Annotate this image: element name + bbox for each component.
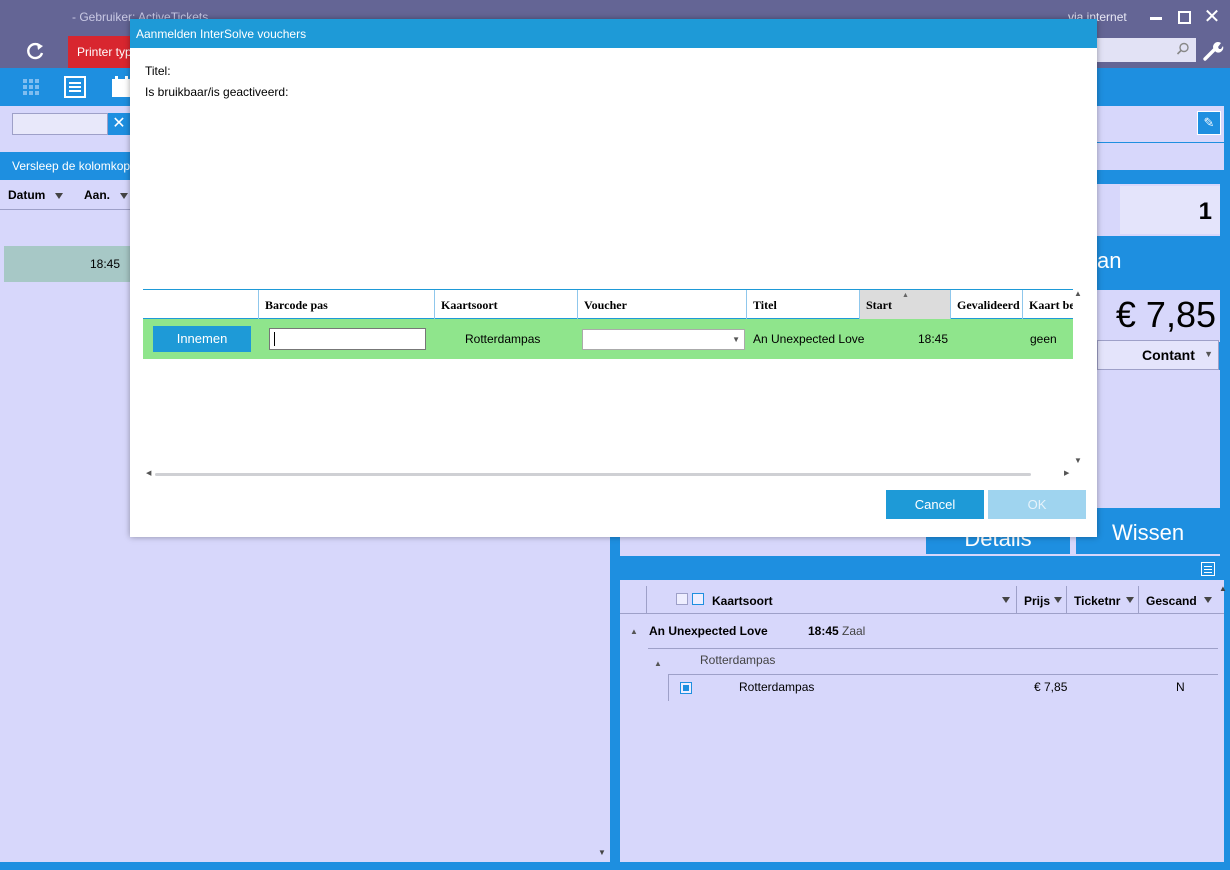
- filter-icon[interactable]: [1126, 597, 1134, 603]
- group-time: 18:45: [808, 624, 839, 638]
- column-separator: [1138, 586, 1139, 614]
- column-header-start[interactable]: ▲ Start: [859, 290, 950, 319]
- ticket-kaartsoort: Rotterdampas: [739, 680, 815, 694]
- innemen-button[interactable]: Innemen: [153, 326, 251, 352]
- left-search-input[interactable]: [12, 113, 108, 135]
- dialog-title: Aanmelden InterSolve vouchers: [130, 19, 1097, 48]
- group-title: An Unexpected Love: [649, 624, 768, 638]
- text-caret: [274, 331, 275, 346]
- filter-icon[interactable]: [1204, 597, 1212, 603]
- cancel-button[interactable]: Cancel: [886, 490, 984, 519]
- right-panel-header: [1097, 68, 1230, 106]
- row-time: 18:45: [90, 257, 121, 271]
- row-titel: An Unexpected Love: [753, 332, 865, 346]
- minimize-icon: [1150, 17, 1162, 20]
- list-view-button[interactable]: [60, 73, 90, 101]
- scroll-right-icon[interactable]: ▶: [1064, 469, 1069, 477]
- collapse-icon[interactable]: ▲: [654, 659, 662, 668]
- tickets-grid-header: Kaartsoort Prijs Ticketnr Gescand: [620, 586, 1224, 614]
- column-separator: [1066, 586, 1067, 614]
- edit-button[interactable]: ✎: [1197, 111, 1221, 135]
- maximize-button[interactable]: [1170, 4, 1198, 30]
- scroll-up-icon[interactable]: ▲: [1219, 584, 1227, 593]
- ok-button[interactable]: OK: [988, 490, 1086, 519]
- filter-icon[interactable]: [120, 192, 129, 199]
- column-header-ticketnr[interactable]: Ticketnr: [1074, 594, 1120, 608]
- scroll-up-icon[interactable]: ▲: [1074, 289, 1082, 298]
- ticket-scanned: N: [1176, 680, 1185, 694]
- bottom-border: [0, 862, 1230, 870]
- search-icon: [1176, 42, 1189, 55]
- voucher-select[interactable]: ▼: [582, 329, 745, 350]
- tiles-view-button[interactable]: [16, 73, 46, 101]
- column-separator: [646, 586, 647, 614]
- ticket-price: € 7,85: [1034, 680, 1068, 694]
- sort-ascending-icon: ▲: [902, 291, 909, 299]
- row-start: 18:45: [918, 332, 949, 346]
- column-header-gevalideerd[interactable]: Gevalideerd: [950, 290, 1022, 319]
- printer-type-button[interactable]: Printer type: [68, 36, 138, 68]
- top-search-input[interactable]: [1090, 38, 1196, 62]
- column-header-aan[interactable]: Aan.: [84, 188, 129, 202]
- column-header-barcode[interactable]: Barcode pas: [258, 290, 434, 319]
- horizontal-scrollbar[interactable]: [155, 473, 1031, 476]
- wrench-icon: [1203, 41, 1224, 61]
- quantity-field[interactable]: 1: [1120, 186, 1220, 234]
- intersolve-voucher-dialog: Aanmelden InterSolve vouchers Titel: Is …: [130, 19, 1097, 537]
- row-kaartsoort: Rotterdampas: [465, 332, 541, 346]
- export-icon[interactable]: [1201, 562, 1215, 576]
- scroll-down-icon[interactable]: ▼: [598, 848, 608, 862]
- bruikbaar-label: Is bruikbaar/is geactiveerd:: [145, 85, 289, 99]
- voucher-row[interactable]: Innemen Rotterdampas ▼ An Unexpected Lov…: [143, 319, 1073, 359]
- payment-method-select[interactable]: Contant ▼: [1097, 340, 1219, 370]
- clear-filter-button[interactable]: ✕: [108, 113, 130, 135]
- pencil-icon: ✎: [1203, 115, 1215, 130]
- total-price: € 7,85: [1115, 294, 1216, 335]
- column-header-voucher[interactable]: Voucher: [577, 290, 746, 319]
- column-header-titel[interactable]: Titel: [746, 290, 859, 319]
- voucher-grid-header: Barcode pas Kaartsoort Voucher Titel ▲ St…: [143, 289, 1073, 319]
- column-separator: [1016, 586, 1017, 614]
- payment-method-value: Contant: [1142, 347, 1195, 363]
- column-header-kaartsoort[interactable]: Kaartsoort: [434, 290, 577, 319]
- chevron-down-icon: ▼: [732, 335, 740, 344]
- refresh-icon: [27, 42, 44, 60]
- subgroup-label: Rotterdampas: [700, 653, 776, 667]
- group-hall: Zaal: [842, 624, 866, 638]
- scroll-left-icon[interactable]: ◀: [146, 469, 151, 477]
- refresh-button[interactable]: [22, 38, 48, 64]
- ticket-group-row[interactable]: ▲ An Unexpected Love 18:45 Zaal: [620, 620, 1220, 646]
- scroll-down-icon[interactable]: ▼: [1074, 456, 1082, 465]
- grid-icon: [23, 79, 39, 95]
- list-icon: [64, 76, 86, 98]
- minimize-button[interactable]: [1142, 4, 1170, 30]
- tickets-grid: Kaartsoort Prijs Ticketnr Gescand ▲ An U…: [620, 580, 1224, 864]
- close-icon: ✕: [1203, 6, 1221, 28]
- filter-icon[interactable]: [1002, 597, 1010, 603]
- settings-button[interactable]: [1200, 38, 1226, 64]
- filter-icon[interactable]: [1054, 597, 1062, 603]
- column-header-kaartsoort[interactable]: Kaartsoort: [712, 594, 773, 608]
- column-header-prijs[interactable]: Prijs: [1024, 594, 1050, 608]
- row-kaart-be: geen: [1030, 332, 1057, 346]
- ticket-checkbox[interactable]: [680, 682, 692, 694]
- close-window-button[interactable]: ✕: [1198, 4, 1226, 30]
- column-header-datum[interactable]: Datum: [8, 188, 64, 202]
- maximize-icon: [1178, 11, 1191, 24]
- column-header-gescand[interactable]: Gescand: [1146, 594, 1197, 608]
- clear-button[interactable]: Wissen: [1076, 508, 1220, 554]
- add-button[interactable]: an: [1097, 238, 1222, 288]
- filter-icon[interactable]: [55, 192, 64, 199]
- select-all-checkbox[interactable]: [676, 593, 688, 605]
- select-all-checkbox-2[interactable]: [692, 593, 704, 605]
- ticket-subgroup-row[interactable]: ▲ Rotterdampas: [648, 648, 1218, 674]
- titel-label: Titel:: [145, 64, 171, 78]
- barcode-input[interactable]: [269, 328, 426, 350]
- chevron-down-icon: ▼: [1204, 349, 1213, 359]
- ticket-row[interactable]: Rotterdampas € 7,85 N: [668, 674, 1218, 701]
- collapse-icon[interactable]: ▲: [630, 627, 638, 636]
- close-icon: ✕: [112, 115, 126, 132]
- tree-line: [668, 675, 669, 701]
- column-header-kaart-be[interactable]: Kaart be: [1022, 290, 1073, 319]
